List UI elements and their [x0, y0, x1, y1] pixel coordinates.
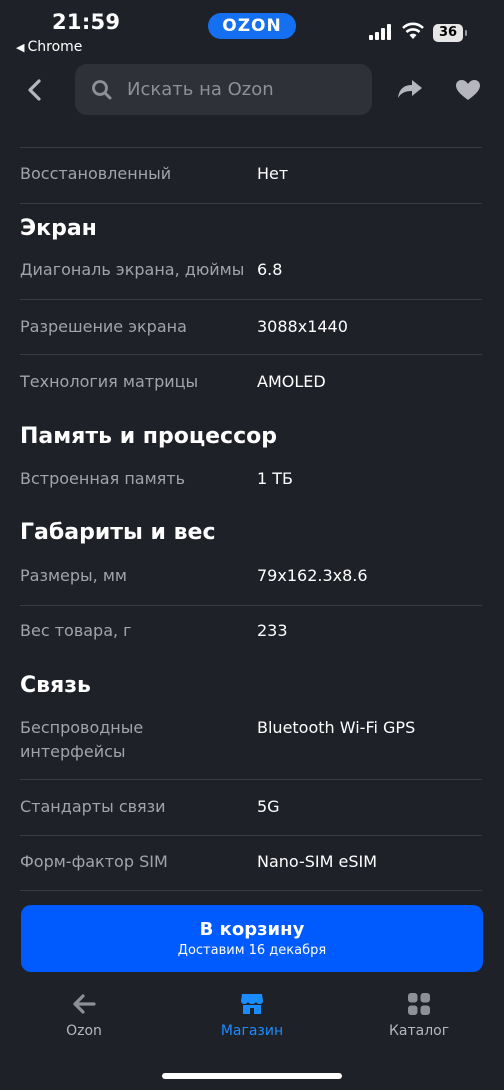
spec-row: Форм-фактор SIM Nano-SIM eSIM	[20, 836, 482, 891]
cart-button-label: В корзину	[199, 919, 305, 940]
search-input[interactable]: Искать на Ozon	[75, 64, 372, 115]
spec-value: Bluetooth Wi-Fi GPS	[257, 718, 416, 737]
ozon-logo: OZON	[208, 13, 296, 39]
spec-row: Размеры, мм 79x162.3x8.6	[20, 550, 482, 606]
spec-row: Диагональ экрана, дюймы 6.8	[20, 244, 482, 300]
grid-icon	[408, 993, 430, 1015]
spec-value: AMOLED	[257, 372, 326, 391]
search-placeholder: Искать на Ozon	[127, 79, 274, 100]
wifi-icon	[402, 22, 424, 39]
add-to-cart-button[interactable]: В корзину Доставим 16 декабря	[21, 905, 483, 972]
spec-value: 5G	[257, 797, 280, 816]
spec-key: Технология матрицы	[20, 372, 199, 391]
section-title: Габариты и вес	[20, 520, 216, 545]
tab-catalog[interactable]: Каталог	[364, 991, 474, 1039]
back-chevron-icon[interactable]	[22, 76, 48, 104]
spec-key: Встроенная память	[20, 469, 186, 488]
spec-key: Диагональ экрана, дюймы	[20, 260, 245, 279]
tab-store[interactable]: Магазин	[197, 991, 307, 1039]
spec-value: 6.8	[257, 260, 283, 279]
back-to-app-link[interactable]: ◀ Chrome	[16, 39, 82, 55]
spec-row: Стандарты связи 5G	[20, 780, 482, 836]
section-title: Связь	[20, 673, 91, 698]
status-time: 21:59	[52, 10, 121, 34]
specs-list: · Восстановленный Нет Экран Диагональ эк…	[0, 120, 504, 900]
status-bar: 21:59 ◀ Chrome OZON 36	[0, 0, 504, 60]
spec-key: Стандарты связи	[20, 797, 166, 816]
spec-value: 3088x1440	[257, 317, 348, 336]
spec-key: Разрешение экрана	[20, 317, 187, 336]
tab-label: Магазин	[220, 1023, 284, 1039]
spec-key: Размеры, мм	[20, 566, 127, 585]
store-icon	[241, 994, 263, 1014]
spec-value: Нет	[257, 164, 289, 183]
spec-row: Разрешение экрана 3088x1440	[20, 300, 482, 355]
tab-label: Каталог	[388, 1023, 450, 1039]
back-triangle-icon: ◀	[16, 41, 25, 54]
section-title: Экран	[20, 216, 97, 241]
spec-key: Беспроводные интерфейсы	[20, 718, 144, 761]
spec-value: 79x162.3x8.6	[257, 566, 368, 585]
spec-key: Вес товара, г	[20, 621, 132, 640]
home-indicator	[162, 1073, 342, 1079]
section-title: Память и процессор	[20, 424, 277, 449]
battery-indicator: 36	[433, 24, 467, 42]
spec-row: Вес товара, г 233	[20, 606, 482, 656]
spec-row: Встроенная память 1 ТБ	[20, 454, 482, 504]
spec-key: Восстановленный	[20, 164, 172, 183]
tab-label: Ozon	[66, 1023, 102, 1039]
spec-key: Форм-фактор SIM	[20, 852, 168, 871]
spec-row: Беспроводные интерфейсы Bluetooth Wi-Fi …	[20, 702, 482, 780]
spec-value: 1 ТБ	[257, 469, 294, 488]
search-icon	[92, 80, 112, 100]
tab-ozon[interactable]: Ozon	[29, 991, 139, 1039]
arrow-left-icon	[73, 994, 96, 1014]
share-icon[interactable]	[396, 77, 424, 101]
partially-hidden-row: ·	[20, 120, 482, 148]
top-navigation: Искать на Ozon	[0, 60, 504, 120]
spec-row: Восстановленный Нет	[20, 147, 482, 204]
spec-value: 233	[257, 621, 288, 640]
spec-row: Технология матрицы AMOLED	[20, 355, 482, 405]
delivery-date-label: Доставим 16 декабря	[177, 943, 327, 958]
spec-value: Nano-SIM eSIM	[257, 852, 378, 871]
cellular-signal-icon	[369, 24, 393, 40]
favorite-heart-icon[interactable]	[455, 79, 481, 101]
back-app-label: Chrome	[27, 39, 83, 55]
